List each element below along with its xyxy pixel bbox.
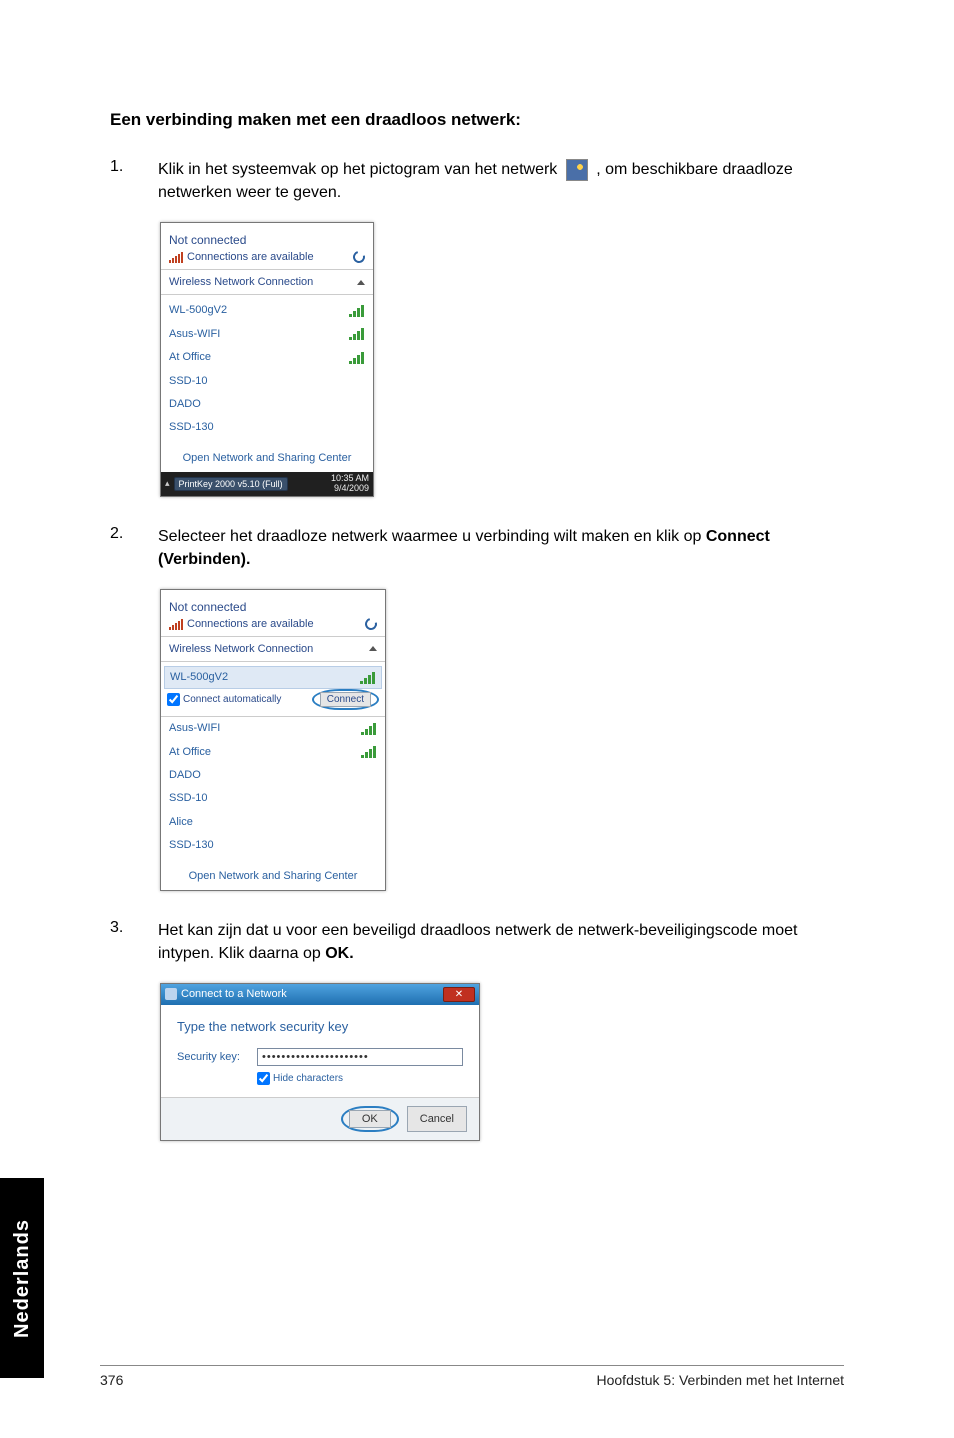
- connect-automatically-checkbox[interactable]: Connect automatically: [167, 693, 281, 706]
- security-key-input[interactable]: [257, 1048, 463, 1066]
- connection-status: Not connected: [169, 600, 377, 614]
- network-item[interactable]: At Office: [161, 346, 373, 369]
- hide-characters-checkbox[interactable]: Hide characters: [257, 1072, 463, 1085]
- section-heading: Een verbinding maken met een draadloos n…: [110, 110, 844, 130]
- language-tab-label: Nederlands: [11, 1219, 34, 1338]
- connect-button[interactable]: Connect: [320, 692, 371, 707]
- signal-icon: [169, 618, 183, 630]
- language-tab: Nederlands: [0, 1178, 44, 1378]
- ok-button-highlight: OK: [341, 1106, 399, 1132]
- dialog-prompt: Type the network security key: [177, 1019, 463, 1034]
- network-flyout-screenshot-2: Not connected Connections are available …: [160, 589, 386, 891]
- refresh-icon[interactable]: [363, 616, 379, 632]
- wireless-section-header: Wireless Network Connection: [161, 269, 373, 295]
- taskbar: ▴ PrintKey 2000 v5.10 (Full) 10:35 AM9/4…: [161, 472, 373, 496]
- show-hidden-icons[interactable]: ▴: [165, 478, 170, 489]
- close-button[interactable]: ✕: [443, 987, 475, 1002]
- page-number: 376: [100, 1372, 123, 1388]
- network-item[interactable]: Asus-WIFI: [161, 717, 385, 740]
- connection-status: Not connected: [169, 233, 365, 247]
- wireless-section-header: Wireless Network Connection: [161, 636, 385, 662]
- step-3-text: Het kan zijn dat u voor een beveiligd dr…: [158, 919, 844, 965]
- network-item[interactable]: WL-500gV2: [161, 299, 373, 322]
- connections-available: Connections are available: [169, 618, 377, 630]
- network-item-selected[interactable]: WL-500gV2: [164, 666, 382, 689]
- cancel-button[interactable]: Cancel: [407, 1106, 467, 1132]
- chapter-title: Hoofdstuk 5: Verbinden met het Internet: [597, 1372, 845, 1388]
- dialog-titlebar: Connect to a Network ✕: [161, 984, 479, 1005]
- network-tray-icon: [566, 159, 588, 181]
- network-dialog-icon: [165, 988, 177, 1000]
- network-item[interactable]: SSD-10: [161, 370, 373, 393]
- step-2-text: Selecteer het draadloze netwerk waarmee …: [158, 525, 844, 571]
- chevron-up-icon[interactable]: [357, 280, 365, 285]
- network-item[interactable]: SSD-130: [161, 416, 373, 439]
- network-flyout-screenshot-1: Not connected Connections are available …: [160, 222, 374, 496]
- step-1-text: Klik in het systeemvak op het pictogram …: [158, 158, 844, 204]
- chevron-up-icon[interactable]: [369, 646, 377, 651]
- network-item[interactable]: DADO: [161, 764, 385, 787]
- step-number: 2.: [110, 525, 130, 571]
- ok-button[interactable]: OK: [349, 1110, 391, 1128]
- step-number: 3.: [110, 919, 130, 965]
- network-item[interactable]: Alice: [161, 811, 385, 834]
- taskbar-app-button[interactable]: PrintKey 2000 v5.10 (Full): [174, 477, 288, 491]
- security-key-label: Security key:: [177, 1051, 247, 1063]
- open-network-sharing-center-link[interactable]: Open Network and Sharing Center: [161, 862, 385, 890]
- security-key-dialog-screenshot: Connect to a Network ✕ Type the network …: [160, 983, 480, 1141]
- step-number: 1.: [110, 158, 130, 204]
- taskbar-clock[interactable]: 10:35 AM9/4/2009: [331, 474, 369, 494]
- network-item[interactable]: SSD-130: [161, 834, 385, 857]
- connections-available: Connections are available: [169, 251, 365, 263]
- network-item[interactable]: Asus-WIFI: [161, 323, 373, 346]
- network-item[interactable]: At Office: [161, 741, 385, 764]
- refresh-icon[interactable]: [351, 249, 367, 265]
- network-item[interactable]: DADO: [161, 393, 373, 416]
- network-item[interactable]: SSD-10: [161, 787, 385, 810]
- open-network-sharing-center-link[interactable]: Open Network and Sharing Center: [161, 444, 373, 472]
- connect-button-highlight: Connect: [312, 689, 379, 710]
- signal-icon: [169, 251, 183, 263]
